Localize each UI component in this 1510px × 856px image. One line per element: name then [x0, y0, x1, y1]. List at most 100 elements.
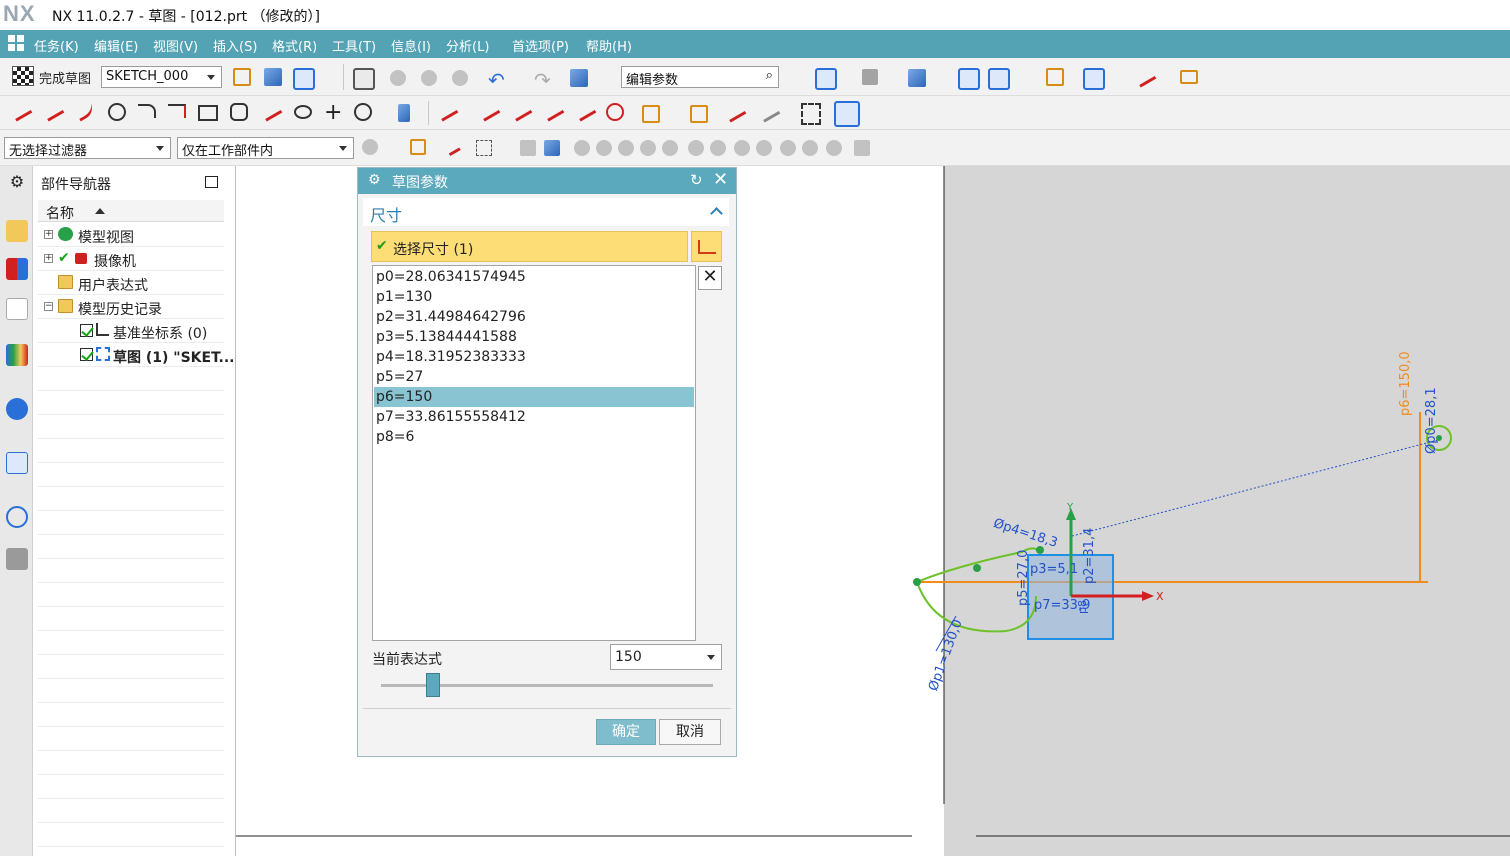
circle-icon[interactable] — [108, 103, 126, 121]
save-icon[interactable] — [353, 68, 375, 90]
geometric-constraint-icon[interactable] — [723, 101, 747, 123]
system-materials-icon[interactable] — [6, 548, 28, 570]
arc-icon[interactable] — [73, 100, 97, 122]
value-slider-handle[interactable] — [426, 673, 440, 697]
menu-edit[interactable]: 编辑(E) — [94, 36, 138, 55]
collapse-icon[interactable]: − — [44, 302, 53, 311]
select-dimension-button[interactable] — [691, 231, 722, 262]
tree-item-user-expressions[interactable]: 用户表达式 — [38, 271, 224, 295]
linear-dimension-icon[interactable] — [690, 105, 708, 123]
ok-button[interactable]: 确定 — [596, 719, 656, 745]
quick-trim-icon[interactable] — [435, 100, 459, 122]
menu-help[interactable]: 帮助(H) — [586, 36, 632, 55]
rectangle-select-icon[interactable] — [476, 140, 492, 156]
dialog-title-bar[interactable]: ⚙ 草图参数 ↻ ✕ — [358, 168, 736, 194]
list-item-selected[interactable]: p6=150 — [374, 387, 694, 407]
measure-icon[interactable] — [1180, 70, 1198, 84]
reset-icon[interactable]: ↻ — [690, 171, 703, 189]
assembly-navigator-icon[interactable] — [6, 220, 28, 242]
copy-icon[interactable] — [421, 70, 437, 86]
tree-item-sketch[interactable]: 草图 (1) "SKET... — [38, 343, 234, 367]
shaded-icon[interactable] — [908, 69, 926, 87]
cut-icon[interactable] — [390, 70, 406, 86]
menu-info[interactable]: 信息(I) — [391, 36, 431, 55]
cancel-button[interactable]: 取消 — [659, 719, 721, 745]
make-corner-icon[interactable] — [509, 100, 533, 122]
reuse-library-icon[interactable] — [6, 344, 28, 366]
dim-p2[interactable]: p2=31,4 — [1082, 528, 1097, 584]
finish-flag-icon[interactable] — [12, 66, 34, 86]
sketch-parameters-icon[interactable] — [834, 101, 860, 127]
hd3d-tools-icon[interactable] — [6, 398, 28, 420]
expand-icon[interactable]: + — [44, 254, 53, 263]
paste-icon[interactable] — [452, 70, 468, 86]
tree-item-model-views[interactable]: + 模型视图 — [38, 223, 224, 247]
web-browser-icon[interactable] — [6, 452, 28, 474]
remove-item-button[interactable]: ✕ — [698, 266, 722, 290]
profile-icon[interactable] — [9, 100, 33, 122]
point-icon[interactable]: + — [324, 100, 346, 125]
layer-settings-icon[interactable] — [988, 68, 1010, 90]
dim-p5[interactable]: p5=27,0 — [1016, 550, 1031, 606]
filter-settings-icon[interactable] — [362, 139, 378, 155]
menu-insert[interactable]: 插入(S) — [213, 36, 257, 55]
snap-toggle-icon[interactable] — [443, 137, 461, 157]
fillet-icon[interactable] — [138, 104, 156, 118]
list-item[interactable]: p3=5.13844441588 — [374, 327, 694, 347]
clip-section-icon[interactable] — [958, 68, 980, 90]
menu-view[interactable]: 视图(V) — [153, 36, 198, 55]
sketch-name-select[interactable]: SKETCH_000 — [101, 66, 222, 88]
menu-preferences[interactable]: 首选项(P) — [512, 36, 569, 55]
list-item[interactable]: p7=33.86155558412 — [374, 407, 694, 427]
list-item[interactable]: p4=18.31952383333 — [374, 347, 694, 367]
dim-p8[interactable]: p8 — [1076, 600, 1089, 614]
dimension-list[interactable]: p0=28.06341574945 p1=130 p2=31.449846427… — [372, 265, 696, 641]
snap-tangent-icon[interactable] — [756, 140, 772, 156]
dim-p3[interactable]: p3=5,1 — [1030, 562, 1078, 577]
dimension-section-header[interactable]: 尺寸 — [363, 198, 729, 226]
line-icon[interactable] — [41, 100, 65, 122]
tree-item-model-history[interactable]: − 模型历史记录 — [38, 295, 224, 319]
visibility-checkbox[interactable] — [80, 324, 93, 337]
work-layer-icon[interactable] — [1046, 68, 1064, 86]
make-symmetric-icon[interactable] — [757, 101, 781, 123]
list-item[interactable]: p2=31.44984642796 — [374, 307, 694, 327]
tree-item-datum-csys[interactable]: 基准坐标系 (0) — [38, 319, 224, 343]
grid-icon[interactable] — [854, 140, 870, 156]
snap-plus-icon[interactable] — [802, 140, 818, 156]
snap-center-icon[interactable] — [662, 140, 678, 156]
list-item[interactable]: p1=130 — [374, 287, 694, 307]
snap-line-icon[interactable] — [826, 140, 842, 156]
chamfer-icon[interactable] — [168, 104, 186, 118]
selection-point-icon[interactable] — [1133, 66, 1157, 88]
list-item[interactable]: p0=28.06341574945 — [374, 267, 694, 287]
view-orient-icon[interactable] — [264, 68, 282, 86]
snap-control-icon[interactable] — [618, 140, 634, 156]
redo-icon[interactable]: ↷ — [534, 68, 556, 92]
snap-existing-icon[interactable] — [710, 140, 726, 156]
undo-icon[interactable]: ↶ — [488, 68, 510, 92]
snap-endpoint-icon[interactable] — [574, 140, 590, 156]
select-all-icon[interactable] — [410, 139, 426, 155]
expand-icon[interactable]: + — [44, 230, 53, 239]
ellipse-icon[interactable] — [294, 105, 312, 119]
studio-spline-icon[interactable] — [259, 100, 283, 122]
part-navigator-icon[interactable] — [6, 298, 28, 320]
derived-lines-icon[interactable] — [398, 104, 410, 122]
chevron-up-icon[interactable] — [710, 207, 723, 220]
select-dimension-row[interactable]: ✔ 选择尺寸 (1) — [371, 231, 688, 262]
feature-select-icon[interactable] — [520, 140, 536, 156]
body-select-icon[interactable] — [544, 140, 560, 156]
dialog-gear-icon[interactable]: ⚙ — [368, 172, 381, 188]
selection-scope-select[interactable]: 仅在工作部件内 — [177, 137, 354, 159]
command-search-input[interactable]: 编辑参数 ⌕ — [621, 66, 779, 88]
intersect-icon[interactable] — [541, 100, 565, 122]
dim-p6[interactable]: p6=150,0 — [1398, 351, 1413, 416]
close-icon[interactable]: ✕ — [713, 169, 728, 190]
menu-format[interactable]: 格式(R) — [272, 36, 317, 55]
constraint-navigator-icon[interactable] — [6, 258, 28, 280]
list-item[interactable]: p5=27 — [374, 367, 694, 387]
constraint-display-icon[interactable] — [801, 103, 821, 125]
visibility-checkbox[interactable] — [80, 348, 93, 361]
commands-icon[interactable] — [570, 69, 588, 87]
